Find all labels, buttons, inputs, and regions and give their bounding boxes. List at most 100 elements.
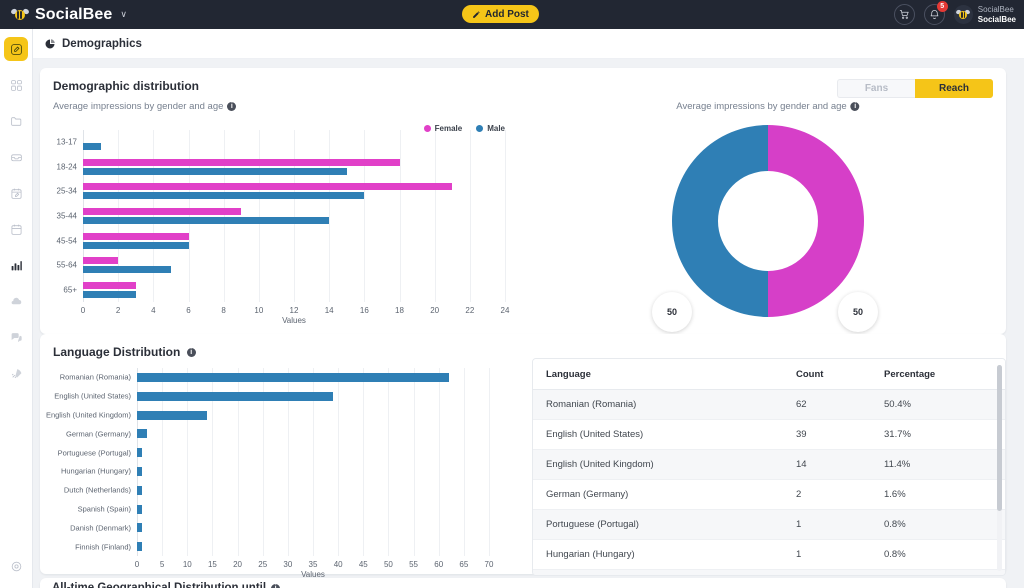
cell-percentage: 0.8% [871, 509, 1005, 540]
pie-chart-icon [45, 38, 55, 48]
cart-button[interactable] [893, 4, 915, 25]
column-header-language[interactable]: Language [533, 359, 783, 390]
x-axis-tick: 40 [333, 560, 343, 569]
column-header-percentage[interactable]: Percentage [871, 359, 1005, 390]
x-axis-tick: 15 [207, 560, 217, 569]
cell-percentage: 11.4% [871, 449, 1005, 480]
bar-Danish (Denmark)[interactable] [137, 523, 143, 533]
sidebar-item-publish[interactable] [4, 289, 28, 313]
bar-Romanian (Romania)[interactable] [137, 372, 449, 382]
gridline [434, 130, 436, 302]
top-right-actions: 5 SocialBee SocialBee [893, 0, 1016, 29]
bar-male-35-44[interactable] [83, 217, 330, 224]
x-axis-tick: 18 [395, 306, 404, 315]
bar-Dutch (Netherlands)[interactable] [137, 485, 143, 495]
y-axis-tick: 55-64 [56, 260, 77, 270]
table-row[interactable]: Dutch (Netherlands)10.8% [533, 569, 1005, 575]
donut-chart [670, 123, 866, 322]
bar-male-13-17[interactable] [83, 143, 101, 151]
bar-female-25-34[interactable] [83, 183, 453, 191]
bar-Finnish (Finland)[interactable] [137, 542, 143, 552]
chart-gridlines [83, 130, 506, 302]
table-row[interactable]: Portuguese (Portugal) 1 0.8% [533, 509, 1005, 540]
bar-male-45-54[interactable] [83, 241, 189, 249]
info-icon[interactable]: i [271, 583, 281, 588]
gridline [413, 368, 415, 556]
gridline [364, 130, 366, 302]
account-menu[interactable]: SocialBee SocialBee [953, 5, 1016, 24]
bar-male-25-34[interactable] [83, 192, 365, 200]
x-axis-tick: 10 [182, 560, 192, 569]
sidebar-item-settings[interactable] [4, 554, 28, 578]
legend-item-female[interactable]: Female [423, 124, 462, 133]
brand-logo-button[interactable]: SocialBee ∨ [10, 5, 127, 24]
gender-donut-panel: Average impressions by gender and age i … [530, 68, 1006, 334]
x-axis-tick: 16 [359, 306, 369, 315]
bar-chart-icon [11, 260, 22, 270]
x-axis-tick: 24 [500, 306, 510, 315]
chat-icon [11, 332, 22, 342]
bar-female-45-54[interactable] [83, 232, 189, 240]
bar-female-18-24[interactable] [83, 158, 400, 166]
table-row[interactable]: Hungarian (Hungary) 1 0.8% [533, 539, 1005, 570]
language-table: Language Count Percentage Romanian (Roma… [533, 359, 1005, 575]
table-scrollbar-thumb[interactable] [997, 365, 1002, 511]
pencil-square-icon [10, 43, 22, 55]
add-post-button[interactable]: Add Post [462, 5, 539, 23]
x-axis-tick: 35 [308, 560, 318, 569]
donut-slice-male[interactable] [672, 125, 768, 317]
donut-slice-female[interactable] [768, 125, 864, 317]
bar-male-18-24[interactable] [83, 167, 347, 175]
x-axis-tick: 2 [115, 306, 121, 315]
cell-count: 62 [783, 389, 871, 420]
x-axis-tick: 4 [151, 306, 156, 315]
sidebar-item-boost[interactable] [4, 361, 28, 385]
bar-Spanish (Spain)[interactable] [137, 504, 143, 514]
table-row[interactable]: German (Germany) 2 1.6% [533, 479, 1005, 510]
y-axis-tick: 65+ [63, 285, 77, 295]
sidebar-item-compose[interactable] [4, 37, 28, 61]
sidebar-item-dashboard[interactable] [4, 73, 28, 97]
y-axis-tick: English (United Kingdom) [45, 410, 131, 420]
legend-item-male[interactable]: Male [476, 124, 505, 133]
table-row[interactable]: English (United States) 39 31.7% [533, 419, 1005, 450]
notifications-button[interactable]: 5 [923, 1, 948, 25]
bar-German (Germany)[interactable] [137, 429, 148, 439]
gridline [363, 368, 365, 556]
bar-female-55-64[interactable] [83, 257, 119, 265]
info-icon[interactable]: i [186, 348, 196, 358]
x-axis-tick: 14 [324, 306, 334, 315]
bar-male-55-64[interactable] [83, 266, 171, 274]
gridline [188, 130, 190, 302]
account-workspace: SocialBee [977, 14, 1016, 24]
bar-Portuguese (Portugal)[interactable] [137, 448, 143, 458]
account-name: SocialBee [977, 5, 1014, 15]
gridline [338, 368, 340, 556]
donut-subtitle-text: Average impressions by gender and age [676, 101, 847, 112]
x-axis-tick: 6 [186, 306, 191, 315]
info-icon[interactable]: i [850, 102, 860, 111]
sidebar-item-schedule[interactable] [4, 181, 28, 205]
column-header-count[interactable]: Count [783, 359, 871, 390]
sidebar-item-calendar[interactable] [4, 217, 28, 241]
bar-female-65+[interactable] [83, 281, 136, 289]
cell-language: German (Germany) [533, 479, 783, 510]
bar-English (United Kingdom)[interactable] [137, 410, 208, 420]
sidebar-item-content[interactable] [4, 109, 28, 133]
grid-icon [10, 79, 22, 91]
donut-label-female: 50 [838, 292, 878, 332]
bar-female-35-44[interactable] [83, 208, 242, 215]
table-row[interactable]: English (United Kingdom) 14 11.4% [533, 449, 1005, 480]
bar-Hungarian (Hungary)[interactable] [137, 466, 143, 476]
sidebar-item-analytics[interactable] [4, 253, 28, 277]
brand-name: SocialBee [35, 5, 113, 23]
sidebar-item-engage[interactable] [4, 325, 28, 349]
table-row[interactable]: Romanian (Romania) 62 50.4% [533, 389, 1005, 420]
avatar [953, 5, 973, 24]
calendar-icon [10, 224, 22, 235]
info-icon[interactable]: i [227, 102, 237, 111]
bar-male-65+[interactable] [83, 290, 136, 298]
sidebar-item-inbox[interactable] [4, 145, 28, 169]
bar-English (United States)[interactable] [137, 391, 334, 401]
y-axis-tick: Dutch (Netherlands) [63, 485, 131, 495]
